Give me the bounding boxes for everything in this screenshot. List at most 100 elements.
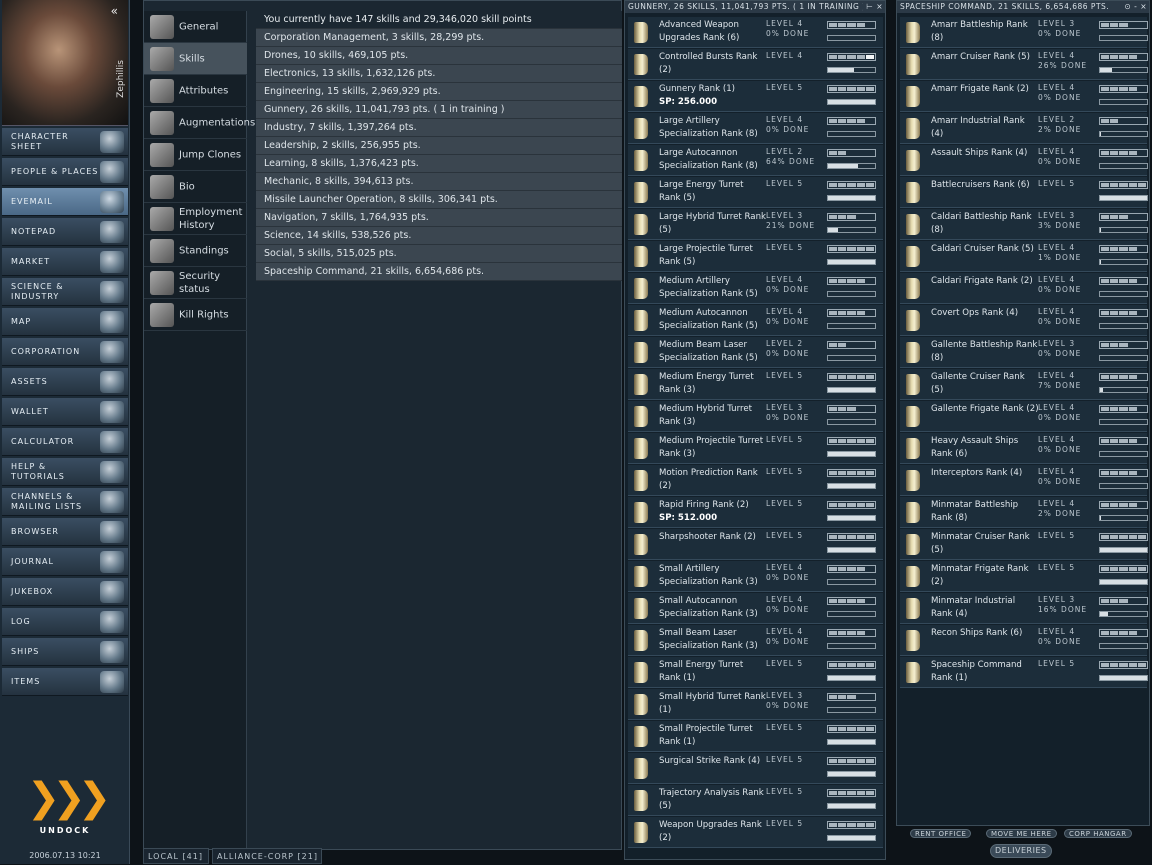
tab-bio[interactable]: Bio <box>144 171 247 203</box>
neocom-item-map[interactable]: MAP <box>2 308 128 336</box>
spaceship-window-title[interactable]: SPACESHIP COMMAND, 21 SKILLS, 6,654,686 … <box>897 1 1149 13</box>
neocom-item-corporation[interactable]: CORPORATION <box>2 338 128 366</box>
character-portrait[interactable]: « Zephillis <box>2 0 128 126</box>
skill-row[interactable]: Gunnery Rank (1)SP: 256.000LEVEL 5 <box>628 81 883 112</box>
neocom-item-log[interactable]: LOG <box>2 608 128 636</box>
skill-row[interactable]: Medium Hybrid Turret Rank (3)LEVEL 30% D… <box>628 401 883 432</box>
skill-group-row[interactable]: Electronics, 13 skills, 1,632,126 pts. <box>256 65 622 83</box>
tab-augmentations[interactable]: Augmentations <box>144 107 247 139</box>
skill-row[interactable]: Interceptors Rank (4)LEVEL 40% DONE <box>900 465 1147 496</box>
undock-button[interactable]: ❯❯❯ UNDOCK <box>2 770 128 848</box>
skill-row[interactable]: Small Hybrid Turret Rank (1)LEVEL 30% DO… <box>628 689 883 720</box>
skill-group-row[interactable]: Gunnery, 26 skills, 11,041,793 pts. ( 1 … <box>256 101 622 119</box>
skill-row[interactable]: Medium Beam Laser Specialization Rank (5… <box>628 337 883 368</box>
neocom-item-notepad[interactable]: NOTEPAD <box>2 218 128 246</box>
rent-office-button[interactable]: RENT OFFICE <box>910 829 971 838</box>
skill-group-row[interactable]: Social, 5 skills, 515,025 pts. <box>256 245 622 263</box>
skill-row[interactable]: Sharpshooter Rank (2)LEVEL 5 <box>628 529 883 560</box>
neocom-item-channels-mailing-lists[interactable]: CHANNELS & MAILING LISTS <box>2 488 128 516</box>
skill-row[interactable]: Amarr Battleship Rank (8)LEVEL 30% DONE <box>900 17 1147 48</box>
skill-row[interactable]: Small Projectile Turret Rank (1)LEVEL 5 <box>628 721 883 752</box>
skill-row[interactable]: Rapid Firing Rank (2)SP: 512.000LEVEL 5 <box>628 497 883 528</box>
skill-row[interactable]: Gallente Battleship Rank (8)LEVEL 30% DO… <box>900 337 1147 368</box>
skill-row[interactable]: Large Artillery Specialization Rank (8)L… <box>628 113 883 144</box>
corp-hangar-button[interactable]: CORP HANGAR <box>1064 829 1132 838</box>
tab-skills[interactable]: Skills <box>144 43 247 75</box>
skill-row[interactable]: Minmatar Frigate Rank (2)LEVEL 5 <box>900 561 1147 592</box>
tab-attributes[interactable]: Attributes <box>144 75 247 107</box>
skill-row[interactable]: Gallente Cruiser Rank (5)LEVEL 47% DONE <box>900 369 1147 400</box>
skill-group-row[interactable]: Missile Launcher Operation, 8 skills, 30… <box>256 191 622 209</box>
skill-row[interactable]: Large Projectile Turret Rank (5)LEVEL 5 <box>628 241 883 272</box>
chat-tab-alliance-corp[interactable]: ALLIANCE-CORP [21] <box>212 848 322 864</box>
skill-group-row[interactable]: Spaceship Command, 21 skills, 6,654,686 … <box>256 263 622 281</box>
skill-row[interactable]: Surgical Strike Rank (4)LEVEL 5 <box>628 753 883 784</box>
skill-group-row[interactable]: Drones, 10 skills, 469,105 pts. <box>256 47 622 65</box>
skill-row[interactable]: Minmatar Battleship Rank (8)LEVEL 42% DO… <box>900 497 1147 528</box>
skill-row[interactable]: Medium Energy Turret Rank (3)LEVEL 5 <box>628 369 883 400</box>
neocom-item-market[interactable]: MARKET <box>2 248 128 276</box>
tab-security-status[interactable]: Security status <box>144 267 247 299</box>
skill-row[interactable]: Controlled Bursts Rank (2)LEVEL 4 <box>628 49 883 80</box>
skill-row[interactable]: Amarr Cruiser Rank (5)LEVEL 426% DONE <box>900 49 1147 80</box>
skill-row[interactable]: Small Autocannon Specialization Rank (3)… <box>628 593 883 624</box>
tab-kill-rights[interactable]: Kill Rights <box>144 299 247 331</box>
skill-row[interactable]: Amarr Frigate Rank (2)LEVEL 40% DONE <box>900 81 1147 112</box>
skill-row[interactable]: Medium Artillery Specialization Rank (5)… <box>628 273 883 304</box>
skill-row[interactable]: Spaceship Command Rank (1)LEVEL 5 <box>900 657 1147 688</box>
neocom-item-people-places[interactable]: PEOPLE & PLACES <box>2 158 128 186</box>
neocom-item-calculator[interactable]: CALCULATOR <box>2 428 128 456</box>
skill-row[interactable]: Gallente Frigate Rank (2)LEVEL 40% DONE <box>900 401 1147 432</box>
move-me-here-button[interactable]: MOVE ME HERE <box>986 829 1057 838</box>
tab-general[interactable]: General <box>144 11 247 43</box>
skill-row[interactable]: Minmatar Industrial Rank (4)LEVEL 316% D… <box>900 593 1147 624</box>
skill-row[interactable]: Covert Ops Rank (4)LEVEL 40% DONE <box>900 305 1147 336</box>
neocom-item-wallet[interactable]: WALLET <box>2 398 128 426</box>
skill-group-row[interactable]: Learning, 8 skills, 1,376,423 pts. <box>256 155 622 173</box>
skill-row[interactable]: Trajectory Analysis Rank (5)LEVEL 5 <box>628 785 883 816</box>
neocom-item-assets[interactable]: ASSETS <box>2 368 128 396</box>
skill-row[interactable]: Caldari Battleship Rank (8)LEVEL 33% DON… <box>900 209 1147 240</box>
skill-row[interactable]: Advanced Weapon Upgrades Rank (6)LEVEL 4… <box>628 17 883 48</box>
skill-row[interactable]: Assault Ships Rank (4)LEVEL 40% DONE <box>900 145 1147 176</box>
skill-row[interactable]: Large Hybrid Turret Rank (5)LEVEL 321% D… <box>628 209 883 240</box>
window-controls-icon[interactable]: ⊙ - × <box>1121 1 1147 13</box>
neocom-item-ships[interactable]: SHIPS <box>2 638 128 666</box>
skill-row[interactable]: Medium Projectile Turret Rank (3)LEVEL 5 <box>628 433 883 464</box>
skill-row[interactable]: Minmatar Cruiser Rank (5)LEVEL 5 <box>900 529 1147 560</box>
collapse-icon[interactable]: « <box>111 4 118 18</box>
skill-group-row[interactable]: Navigation, 7 skills, 1,764,935 pts. <box>256 209 622 227</box>
skill-row[interactable]: Large Energy Turret Rank (5)LEVEL 5 <box>628 177 883 208</box>
neocom-item-help-tutorials[interactable]: HELP & TUTORIALS <box>2 458 128 486</box>
skill-row[interactable]: Heavy Assault Ships Rank (6)LEVEL 40% DO… <box>900 433 1147 464</box>
skill-row[interactable]: Motion Prediction Rank (2)LEVEL 5 <box>628 465 883 496</box>
neocom-item-jukebox[interactable]: JUKEBOX <box>2 578 128 606</box>
neocom-item-browser[interactable]: BROWSER <box>2 518 128 546</box>
skill-row[interactable]: Caldari Cruiser Rank (5)LEVEL 41% DONE <box>900 241 1147 272</box>
skill-group-row[interactable]: Engineering, 15 skills, 2,969,929 pts. <box>256 83 622 101</box>
skill-row[interactable]: Large Autocannon Specialization Rank (8)… <box>628 145 883 176</box>
gunnery-window-title[interactable]: GUNNERY, 26 SKILLS, 11,041,793 PTS. ( 1 … <box>625 1 885 13</box>
window-controls-icon[interactable]: ⊢ × <box>863 1 883 13</box>
skill-group-row[interactable]: Leadership, 2 skills, 256,955 pts. <box>256 137 622 155</box>
neocom-item-journal[interactable]: JOURNAL <box>2 548 128 576</box>
skill-group-row[interactable]: Science, 14 skills, 538,526 pts. <box>256 227 622 245</box>
skill-group-row[interactable]: Industry, 7 skills, 1,397,264 pts. <box>256 119 622 137</box>
neocom-item-character-sheet[interactable]: CHARACTER SHEET <box>2 128 128 156</box>
deliveries-button[interactable]: DELIVERIES <box>990 844 1052 858</box>
neocom-item-evemail[interactable]: EVEMAIL <box>2 188 128 216</box>
tab-employment-history[interactable]: Employment History <box>144 203 247 235</box>
neocom-item-science-industry[interactable]: SCIENCE & INDUSTRY <box>2 278 128 306</box>
skill-group-row[interactable]: Mechanic, 8 skills, 394,613 pts. <box>256 173 622 191</box>
skill-row[interactable]: Weapon Upgrades Rank (2)LEVEL 5 <box>628 817 883 848</box>
skill-row[interactable]: Caldari Frigate Rank (2)LEVEL 40% DONE <box>900 273 1147 304</box>
skill-row[interactable]: Small Artillery Specialization Rank (3)L… <box>628 561 883 592</box>
tab-jump-clones[interactable]: Jump Clones <box>144 139 247 171</box>
skill-row[interactable]: Amarr Industrial Rank (4)LEVEL 22% DONE <box>900 113 1147 144</box>
skill-row[interactable]: Medium Autocannon Specialization Rank (5… <box>628 305 883 336</box>
chat-tab-local[interactable]: LOCAL [41] <box>143 848 209 864</box>
skill-row[interactable]: Small Energy Turret Rank (1)LEVEL 5 <box>628 657 883 688</box>
tab-standings[interactable]: Standings <box>144 235 247 267</box>
skill-row[interactable]: Small Beam Laser Specialization Rank (3)… <box>628 625 883 656</box>
skill-row[interactable]: Battlecruisers Rank (6)LEVEL 5 <box>900 177 1147 208</box>
